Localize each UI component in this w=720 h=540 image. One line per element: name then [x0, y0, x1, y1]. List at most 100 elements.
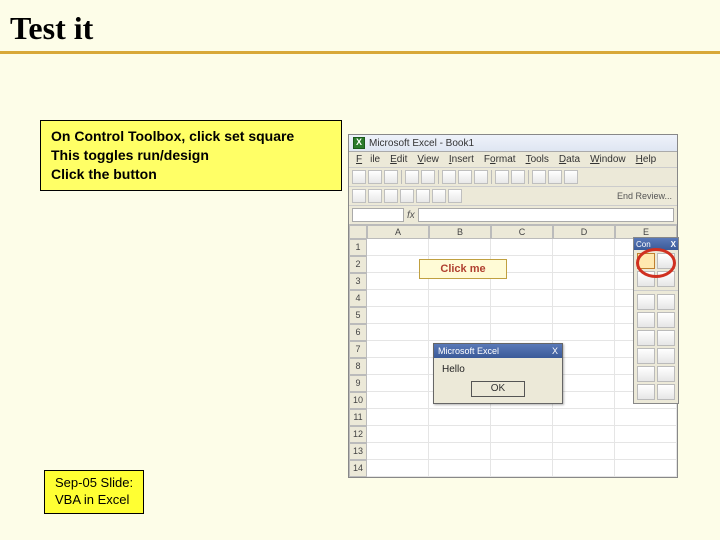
command-button-control-icon[interactable]: [637, 312, 655, 328]
toolbar-new-icon[interactable]: [352, 170, 366, 184]
toolbar-btn-icon[interactable]: [384, 189, 398, 203]
row-header[interactable]: 7: [349, 341, 367, 358]
menu-tools[interactable]: Tools: [522, 153, 553, 166]
row-header[interactable]: 12: [349, 426, 367, 443]
menu-insert[interactable]: Insert: [445, 153, 478, 166]
column-headers: A B C D E: [367, 225, 677, 239]
menu-file[interactable]: File: [352, 153, 384, 166]
grid-body: A B C D E Click me Con X: [367, 225, 677, 477]
menu-data[interactable]: Data: [555, 153, 584, 166]
toolbar-btn-icon[interactable]: [432, 189, 446, 203]
row-header[interactable]: 8: [349, 358, 367, 375]
slide-title: Test it: [10, 10, 704, 47]
formula-input[interactable]: [418, 208, 674, 222]
col-header[interactable]: C: [491, 225, 553, 239]
row-headers: 1 2 3 4 5 6 7 8 9 10 11 12 13 14: [349, 225, 367, 477]
msgbox-text: Hello: [434, 358, 562, 379]
click-me-button[interactable]: Click me: [419, 259, 507, 279]
row-header[interactable]: 1: [349, 239, 367, 256]
toolbar-btn-icon[interactable]: [400, 189, 414, 203]
toolbar-print-icon[interactable]: [405, 170, 419, 184]
toolbar-copy-icon[interactable]: [458, 170, 472, 184]
menu-edit[interactable]: Edit: [386, 153, 411, 166]
toolbar-autosum-icon[interactable]: [548, 170, 562, 184]
row-header[interactable]: 9: [349, 375, 367, 392]
toolbar-save-icon[interactable]: [384, 170, 398, 184]
menu-format[interactable]: Format: [480, 153, 520, 166]
checkbox-control-icon[interactable]: [637, 294, 655, 310]
textbox-control-icon[interactable]: [657, 294, 675, 310]
image-control-icon[interactable]: [637, 384, 655, 400]
label-control-icon[interactable]: [657, 366, 675, 382]
col-header[interactable]: A: [367, 225, 429, 239]
footer-line-2: VBA in Excel: [55, 492, 133, 509]
name-box[interactable]: [352, 208, 404, 222]
toolbar-btn-icon[interactable]: [416, 189, 430, 203]
callout-line-2: This toggles run/design: [51, 146, 331, 165]
toolbar-btn-icon[interactable]: [448, 189, 462, 203]
listbox-control-icon[interactable]: [637, 330, 655, 346]
toolbar-separator: [528, 170, 529, 184]
cell-area[interactable]: Click me Con X: [367, 239, 677, 477]
col-header[interactable]: B: [429, 225, 491, 239]
row-header[interactable]: 3: [349, 273, 367, 290]
toolbar-open-icon[interactable]: [368, 170, 382, 184]
row-header[interactable]: 4: [349, 290, 367, 307]
close-icon[interactable]: X: [671, 240, 676, 249]
end-review-label[interactable]: End Review...: [617, 191, 674, 201]
col-header[interactable]: D: [553, 225, 615, 239]
toolbar-btn-icon[interactable]: [368, 189, 382, 203]
toolbar-btn-icon[interactable]: [352, 189, 366, 203]
msgbox-titlebar[interactable]: Microsoft Excel X: [434, 344, 562, 358]
toolbar-separator: [491, 170, 492, 184]
msgbox-title: Microsoft Excel: [438, 346, 499, 356]
toolbar-chart-icon[interactable]: [564, 170, 578, 184]
instruction-callout: On Control Toolbox, click set square Thi…: [40, 120, 342, 191]
spin-control-icon[interactable]: [657, 348, 675, 364]
option-button-control-icon[interactable]: [657, 312, 675, 328]
more-controls-icon[interactable]: [657, 384, 675, 400]
footer-line-1: Sep-05 Slide:: [55, 475, 133, 492]
row-header[interactable]: 10: [349, 392, 367, 409]
toolbar-redo-icon[interactable]: [511, 170, 525, 184]
excel-toolbar-1: [349, 168, 677, 187]
excel-titlebar: Microsoft Excel - Book1: [349, 135, 677, 152]
toolbar-sort-icon[interactable]: [532, 170, 546, 184]
message-box: Microsoft Excel X Hello OK: [433, 343, 563, 404]
excel-app-title: Microsoft Excel - Book1: [369, 138, 474, 149]
view-code-icon[interactable]: [637, 271, 655, 287]
toolbox-titlebar[interactable]: Con X: [634, 238, 678, 250]
ok-button[interactable]: OK: [471, 381, 525, 397]
row-header[interactable]: 13: [349, 443, 367, 460]
menu-help[interactable]: Help: [632, 153, 661, 166]
row-header[interactable]: 2: [349, 256, 367, 273]
slide-title-bar: Test it: [0, 0, 720, 54]
design-mode-icon[interactable]: [637, 253, 655, 269]
toolbox-btn[interactable]: [657, 271, 675, 287]
menu-window[interactable]: Window: [586, 153, 630, 166]
scrollbar-control-icon[interactable]: [637, 366, 655, 382]
spreadsheet-grid: 1 2 3 4 5 6 7 8 9 10 11 12 13 14 A B C D…: [349, 225, 677, 477]
close-icon[interactable]: X: [552, 346, 558, 356]
row-header[interactable]: 11: [349, 409, 367, 426]
toolbox-body: [634, 250, 678, 290]
select-all-corner[interactable]: [349, 225, 367, 239]
footer-box: Sep-05 Slide: VBA in Excel: [44, 470, 144, 514]
menu-view[interactable]: View: [413, 153, 443, 166]
callout-line-3: Click the button: [51, 165, 331, 184]
fx-icon[interactable]: fx: [407, 210, 415, 221]
toggle-control-icon[interactable]: [637, 348, 655, 364]
toolbar-separator: [401, 170, 402, 184]
excel-toolbar-2: End Review...: [349, 187, 677, 206]
row-header[interactable]: 14: [349, 460, 367, 477]
toolbox-controls: [634, 290, 678, 403]
combobox-control-icon[interactable]: [657, 330, 675, 346]
toolbar-preview-icon[interactable]: [421, 170, 435, 184]
msgbox-footer: OK: [434, 379, 562, 403]
toolbar-undo-icon[interactable]: [495, 170, 509, 184]
toolbar-cut-icon[interactable]: [442, 170, 456, 184]
row-header[interactable]: 6: [349, 324, 367, 341]
properties-icon[interactable]: [657, 253, 675, 269]
toolbar-paste-icon[interactable]: [474, 170, 488, 184]
row-header[interactable]: 5: [349, 307, 367, 324]
